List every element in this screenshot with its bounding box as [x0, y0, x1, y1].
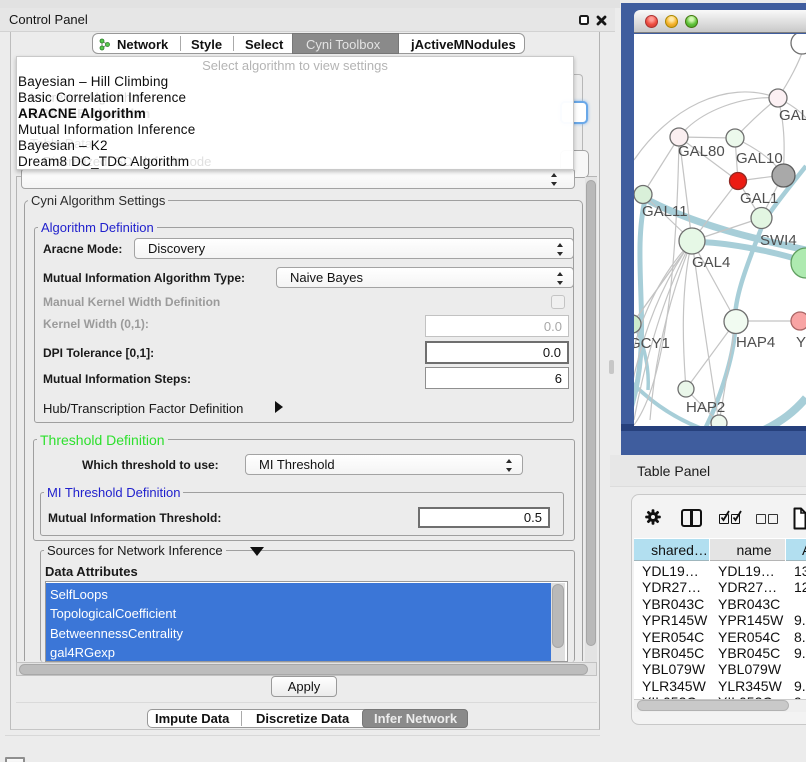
svg-text:GAL4: GAL4: [692, 254, 730, 271]
svg-text:GAL10: GAL10: [736, 150, 783, 167]
svg-text:GAL: GAL: [779, 107, 806, 124]
svg-text:SWI4: SWI4: [760, 232, 797, 249]
svg-text:GAL1: GAL1: [740, 190, 778, 207]
svg-text:HAP2: HAP2: [686, 399, 725, 416]
svg-text:GCY1: GCY1: [634, 335, 670, 352]
svg-text:GAL80: GAL80: [678, 143, 725, 160]
svg-text:HAP4: HAP4: [736, 334, 775, 351]
svg-text:GAL11: GAL11: [642, 203, 688, 220]
svg-text:Y: Y: [796, 334, 806, 351]
